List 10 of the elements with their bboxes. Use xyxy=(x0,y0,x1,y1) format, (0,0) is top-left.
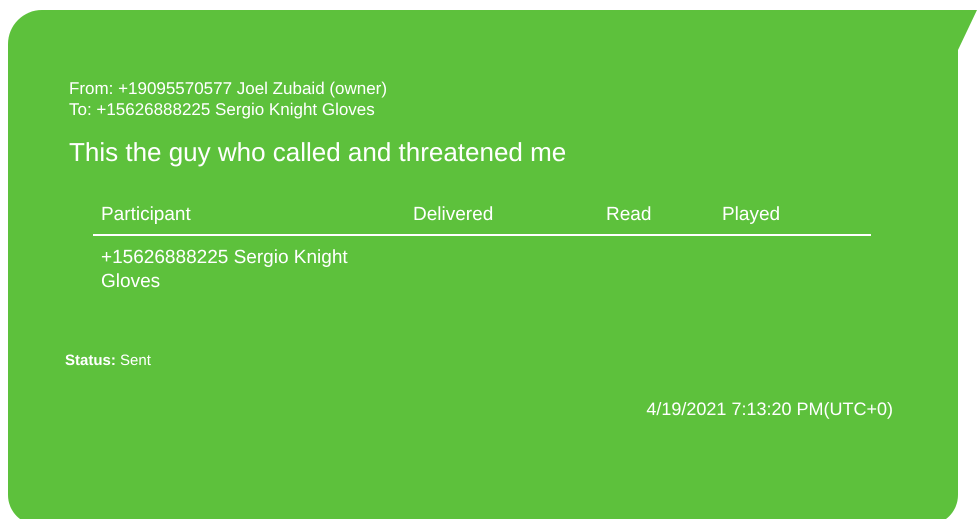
message-text: This the guy who called and threatened me xyxy=(69,136,568,168)
column-header: Delivered xyxy=(413,204,494,225)
column-header: Participant xyxy=(101,204,191,225)
column-header: Read xyxy=(606,204,652,225)
status-text: Status: Sent xyxy=(65,352,152,369)
column-header: Played xyxy=(722,204,780,225)
table-cell: +15626888225 Sergio Knight Gloves xyxy=(101,247,348,292)
timestamp: 4/19/2021 7:13:20 PM(UTC+0) xyxy=(646,399,893,420)
sender-line: From: +19095570577 Joel Zubaid (owner) xyxy=(69,78,388,99)
recipient-line: To: +15626888225 Sergio Knight Gloves xyxy=(69,99,376,120)
